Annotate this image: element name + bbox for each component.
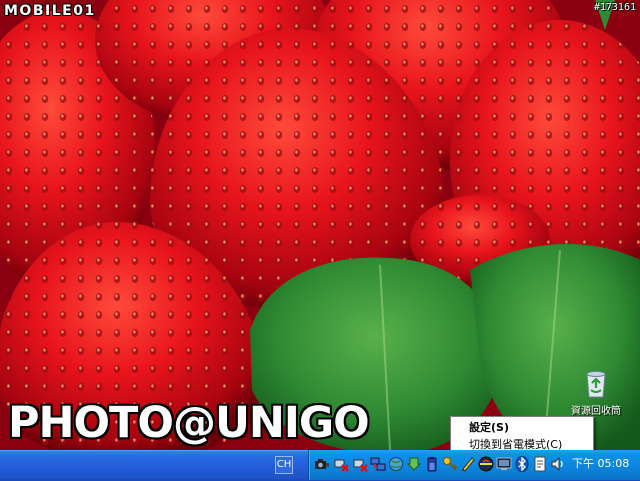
key-icon[interactable] bbox=[442, 456, 458, 472]
pen-icon[interactable] bbox=[460, 456, 476, 472]
recycle-bin-label: 資源回收筒 bbox=[571, 406, 621, 417]
recycle-bin-icon bbox=[580, 368, 612, 400]
network-camera-icon[interactable] bbox=[314, 456, 330, 472]
photo-id-label: #173161 bbox=[593, 2, 636, 13]
bluetooth-icon[interactable] bbox=[514, 456, 530, 472]
language-indicator[interactable]: CH bbox=[275, 456, 293, 474]
monitor-icon[interactable] bbox=[496, 456, 512, 472]
speaker-icon[interactable] bbox=[550, 456, 566, 472]
menu-item-settings[interactable]: 設定(S) bbox=[451, 419, 593, 436]
battery-icon[interactable] bbox=[424, 456, 440, 472]
network-disconnected-icon[interactable] bbox=[352, 456, 368, 472]
photo-credit-watermark: PHOTO@UNIGO bbox=[8, 398, 370, 448]
java-icon[interactable] bbox=[478, 456, 494, 472]
taskbar-clock[interactable]: 下午 05:08 bbox=[572, 456, 629, 472]
download-icon[interactable] bbox=[406, 456, 422, 472]
document-icon[interactable] bbox=[532, 456, 548, 472]
mobile01-watermark: MOBILE01 bbox=[4, 3, 96, 19]
desktop-icon-recycle-bin[interactable]: 資源回收筒 bbox=[560, 368, 632, 417]
network-icon[interactable] bbox=[370, 456, 386, 472]
globe-icon[interactable] bbox=[388, 456, 404, 472]
network-disconnected-icon[interactable] bbox=[333, 456, 349, 472]
